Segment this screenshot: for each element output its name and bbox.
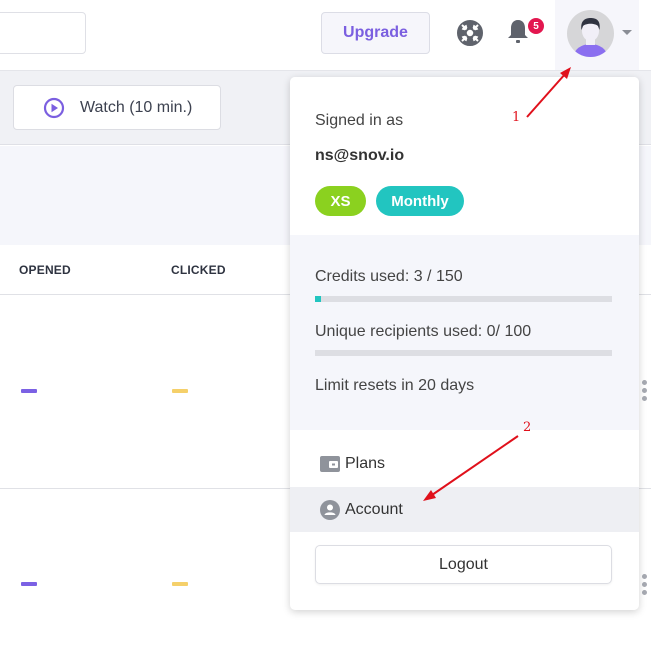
opened-value xyxy=(21,582,37,586)
account-dropdown: Signed in as ns@snov.io XS Monthly Credi… xyxy=(290,77,639,610)
bell-icon xyxy=(508,20,528,43)
watch-label: Watch (10 min.) xyxy=(80,98,193,116)
column-header-clicked[interactable]: CLICKED xyxy=(171,263,226,277)
credits-progress-fill xyxy=(315,296,321,302)
recipients-used-label: Unique recipients used: 0/ 100 xyxy=(315,323,532,340)
plans-label: Plans xyxy=(345,454,386,472)
lifebuoy-icon[interactable] xyxy=(457,20,483,46)
account-info: Signed in as ns@snov.io XS Monthly xyxy=(290,77,639,235)
logout-button[interactable]: Logout xyxy=(315,545,612,584)
annotation-number-1: 1 xyxy=(512,110,521,125)
notification-count-badge: 5 xyxy=(528,18,544,34)
plan-badge: XS xyxy=(315,186,366,216)
watch-video-button[interactable]: Watch (10 min.) xyxy=(13,85,221,130)
user-avatar-icon xyxy=(567,10,614,57)
top-bar: Upgrade 5 xyxy=(0,0,651,71)
credits-used-label: Credits used: 3 / 150 xyxy=(315,268,463,285)
user-email: ns@snov.io xyxy=(315,147,405,164)
account-label: Account xyxy=(345,500,403,518)
more-options-icon[interactable] xyxy=(642,380,648,404)
limit-reset-label: Limit resets in 20 days xyxy=(315,377,475,394)
notifications-button[interactable]: 5 xyxy=(506,18,546,48)
usage-section: Credits used: 3 / 150 Unique recipients … xyxy=(290,235,639,430)
annotation-number-2: 2 xyxy=(523,420,532,435)
chevron-down-icon xyxy=(622,30,632,35)
signed-in-label: Signed in as xyxy=(315,112,404,129)
plans-menu-item[interactable]: Plans xyxy=(290,441,639,486)
clicked-value xyxy=(172,582,188,586)
account-circle-icon xyxy=(320,499,340,520)
column-header-opened[interactable]: OPENED xyxy=(19,263,71,277)
account-menu-item[interactable]: Account xyxy=(290,487,639,532)
play-circle-icon xyxy=(43,97,65,118)
search-input[interactable] xyxy=(0,12,86,54)
recipients-progress-bar xyxy=(315,350,612,356)
profile-menu-button[interactable] xyxy=(555,0,639,70)
wallet-icon xyxy=(320,455,340,472)
more-options-icon[interactable] xyxy=(642,574,648,598)
clicked-value xyxy=(172,389,188,393)
billing-period-badge: Monthly xyxy=(376,186,464,216)
upgrade-button[interactable]: Upgrade xyxy=(321,12,430,54)
opened-value xyxy=(21,389,37,393)
credits-progress-bar xyxy=(315,296,612,302)
